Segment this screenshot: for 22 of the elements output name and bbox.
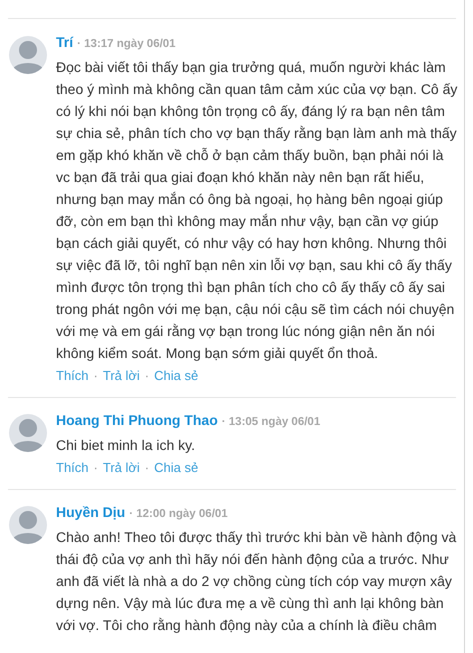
action-link[interactable]: Chia sẻ xyxy=(154,367,198,385)
action-link[interactable]: Thích xyxy=(56,459,89,477)
avatar-icon xyxy=(9,36,47,74)
action-link[interactable]: Trả lời xyxy=(102,459,140,477)
separator-dot: · xyxy=(144,367,150,385)
avatar-icon xyxy=(9,414,47,452)
avatar-icon xyxy=(9,506,47,544)
comment-text: Đọc bài viết tôi thấy bạn gia trưởng quá, muốn người khác làm theo ý mình mà không cần quan tâm cảm xúc của vợ bạn. Cô ấy có lý khi nói bạn không tôn trọng cô ấy, đáng lý ra bạn nên tâm sự chia sẻ, phân tích cho vợ bạn thấy rằng bạn làm anh mà thấy em gặp khó khăn về chỗ ở bạn cảm thấy buồn, bạn phải nói là vc bạn đã trải qua giai đoạn khó khăn này nên bạn rất hiểu, nhưng bạn may mắn có ông bà ngoại, họ hàng bên ngoại giúp đỡ, còn em bạn thì không may mắn như vậy, bạn cần vợ giúp bạn cách giải quyết, có như vậy có hay hơn không. Nhưng thôi sự việc đã lỡ, tôi nghĩ bạn nên xin lỗi vợ bạn, sau khi cô ấy thấy mình được tôn trọng thì bạn phân tích cho cô ấy thấy cô ấy sai trong phát ngôn với mẹ bạn, cậu nói cậu sẽ tìm cách nói chuyện với mẹ và em gái rằng vợ bạn trong lúc nóng giận nên ăn nói không kiểm soát. Mong bạn sớm giải quyết ổn thoả. xyxy=(56,58,456,363)
comment-time: · 13:17 ngày 06/01 xyxy=(77,38,176,50)
separator-dot: · xyxy=(144,459,150,477)
comment-time: · 12:00 ngày 06/01 xyxy=(129,508,228,520)
author-name[interactable]: Huyền Dịu xyxy=(56,504,126,520)
comment-text: Chào anh! Theo tôi được thấy thì trước khi bàn về hành động và thái độ của vợ anh thì hãy nói đến hành động của a trước. Như anh đã viết là nhà a do 2 vợ chồng cùng tích cóp vay mượn xây dựng nên. Vậy mà lúc đưa mẹ a về cùng thì anh lại không bàn với vợ. Tôi cho rằng hành động này của a chính là điều châm xyxy=(56,528,456,635)
separator-dot: · xyxy=(94,459,98,477)
action-link[interactable]: Trả lời xyxy=(102,367,140,385)
action-link[interactable]: Thích xyxy=(56,367,89,385)
action-link[interactable]: Chia sẻ xyxy=(154,459,198,477)
comment-time: · 13:05 ngày 06/01 xyxy=(222,416,320,428)
author-name[interactable]: Trí xyxy=(56,34,74,50)
comment-text: Chi biet minh la ich ky. xyxy=(56,436,196,455)
author-name[interactable]: Hoang Thi Phuong Thao xyxy=(56,412,218,428)
separator-dot: · xyxy=(94,367,98,385)
